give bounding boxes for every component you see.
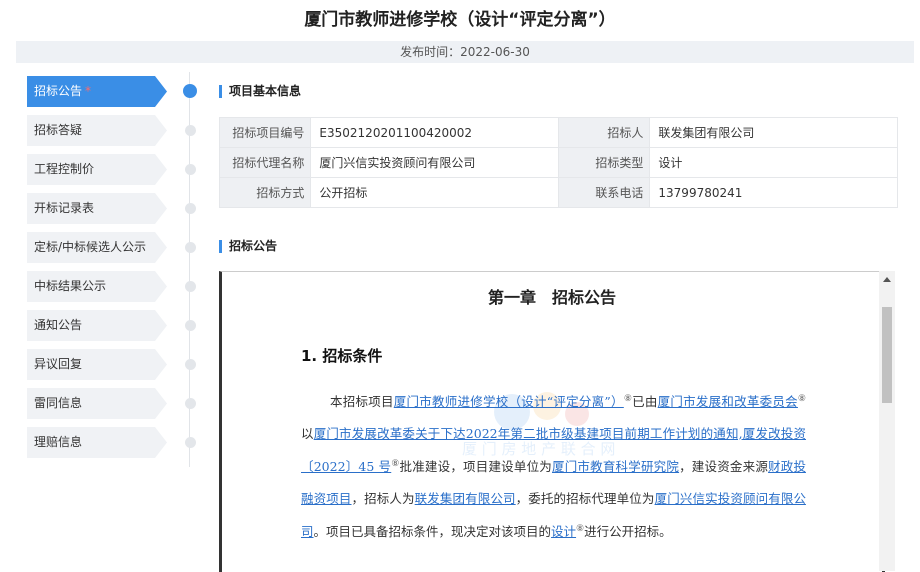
project-info-table: 招标项目编号 E3502120201100420002 招标人 联发集团有限公司… — [218, 117, 898, 208]
nav-item-candidate-notice[interactable]: 定标/中标候选人公示 — [27, 232, 196, 263]
info-key: 联系电话 — [557, 177, 651, 208]
text: 。项目已具备招标条件，现决定对该项目的 — [313, 524, 552, 540]
chapter-title: 第一章 招标公告 — [487, 288, 616, 307]
document-scrollbar[interactable] — [879, 271, 895, 571]
publish-time-bar: 发布时间：2022-06-30 — [16, 41, 914, 63]
info-key: 招标代理名称 — [218, 147, 312, 178]
nav-item-label: 理赔信息 — [34, 435, 83, 449]
mark: ⑧ — [623, 394, 633, 404]
timeline-dot — [183, 84, 197, 98]
timeline-dot — [185, 320, 196, 331]
info-value: 13799780241 — [649, 177, 898, 208]
nav-item-label: 通知公告 — [34, 318, 83, 332]
info-value: 公开招标 — [310, 177, 559, 208]
section-heading-basic-info: 项目基本信息 — [219, 85, 301, 98]
timeline-dot — [185, 281, 196, 292]
timeline-dot — [185, 203, 196, 214]
construction-unit-link[interactable]: 厦门市教育科学研究院 — [552, 459, 679, 474]
nav-item-label: 雷同信息 — [34, 396, 83, 410]
text: 以 — [301, 425, 314, 441]
nav-item-label: 工程控制价 — [34, 162, 95, 176]
timeline-dot — [185, 398, 196, 409]
timeline-dot — [185, 164, 196, 175]
nav-item-label: 招标公告 — [34, 84, 83, 98]
info-value: 联发集团有限公司 — [649, 117, 898, 148]
nav-item-qa[interactable]: 招标答疑 — [27, 115, 196, 146]
nav-item-label: 中标结果公示 — [34, 279, 107, 293]
timeline-dot — [185, 437, 196, 448]
timeline-dot — [185, 359, 196, 370]
page-title: 厦门市教师进修学校（设计“评定分离”） — [304, 10, 616, 30]
info-key: 招标方式 — [218, 177, 312, 208]
timeline-dot — [185, 125, 196, 136]
text: ，委托的招标代理单位为 — [515, 490, 655, 506]
publish-time: 发布时间：2022-06-30 — [400, 45, 530, 59]
scroll-thumb[interactable] — [882, 307, 892, 403]
nav-item-control-price[interactable]: 工程控制价 — [27, 154, 196, 185]
timeline-dot — [185, 242, 196, 253]
info-key: 招标人 — [557, 117, 651, 148]
nav-item-tender-notice[interactable]: 招标公告 * — [27, 76, 197, 107]
info-value: 厦门兴信实投资顾问有限公司 — [310, 147, 559, 178]
text: 本招标项目 — [330, 394, 394, 410]
notice-document-viewer[interactable]: 第一章 招标公告 1. 招标条件 厦 门 房 地 产 联 合 网 本招标项目厦门… — [219, 271, 885, 572]
text: 已由 — [632, 394, 658, 410]
table-row: 招标项目编号 E3502120201100420002 招标人 联发集团有限公司 — [218, 117, 898, 148]
section-title: 1. 招标条件 — [301, 347, 383, 365]
text: ，招标人为 — [351, 490, 415, 506]
nav-item-label: 招标答疑 — [34, 123, 83, 137]
section-heading-notice: 招标公告 — [219, 240, 277, 253]
tenderer-link[interactable]: 联发集团有限公司 — [415, 491, 516, 506]
table-row: 招标代理名称 厦门兴信实投资顾问有限公司 招标类型 设计 — [218, 147, 898, 178]
text: ，建设资金来源 — [679, 459, 769, 475]
text: 批准建设，项目建设单位为 — [399, 459, 552, 475]
tender-type-link[interactable]: 设计 — [551, 524, 576, 539]
info-value: 设计 — [649, 147, 898, 178]
nav-item-label: 异议回复 — [34, 357, 83, 371]
project-name-link[interactable]: 厦门市教师进修学校（设计“评定分离”） — [394, 394, 624, 409]
info-key: 招标类型 — [557, 147, 651, 178]
nav-item-label: 定标/中标候选人公示 — [34, 240, 147, 254]
nav-item-claims-info[interactable]: 理赔信息 — [27, 427, 196, 458]
mark: ⑧ — [391, 459, 400, 470]
text: 进行公开招标。 — [584, 524, 672, 540]
table-row: 招标方式 公开招标 联系电话 13799780241 — [218, 177, 898, 208]
scroll-up-arrow-icon[interactable] — [883, 277, 891, 282]
mark: ⑧ — [797, 394, 806, 404]
nav-item-similarity-info[interactable]: 雷同信息 — [27, 388, 196, 419]
nav-item-result-notice[interactable]: 中标结果公示 — [27, 271, 196, 302]
info-value: E3502120201100420002 — [310, 117, 559, 148]
mark: ⑧ — [576, 524, 585, 535]
nav-item-label: 开标记录表 — [34, 201, 95, 215]
info-key: 招标项目编号 — [218, 117, 312, 148]
nav-item-announcements[interactable]: 通知公告 — [27, 310, 196, 341]
nav-item-objection-reply[interactable]: 异议回复 — [27, 349, 196, 380]
nav-item-opening-record[interactable]: 开标记录表 — [27, 193, 196, 224]
notice-paragraph: 本招标项目厦门市教师进修学校（设计“评定分离”）⑧已由厦门市发展和改革委员会⑧以… — [301, 384, 806, 548]
required-star: * — [85, 84, 92, 98]
approval-authority-link[interactable]: 厦门市发展和改革委员会 — [658, 394, 798, 409]
